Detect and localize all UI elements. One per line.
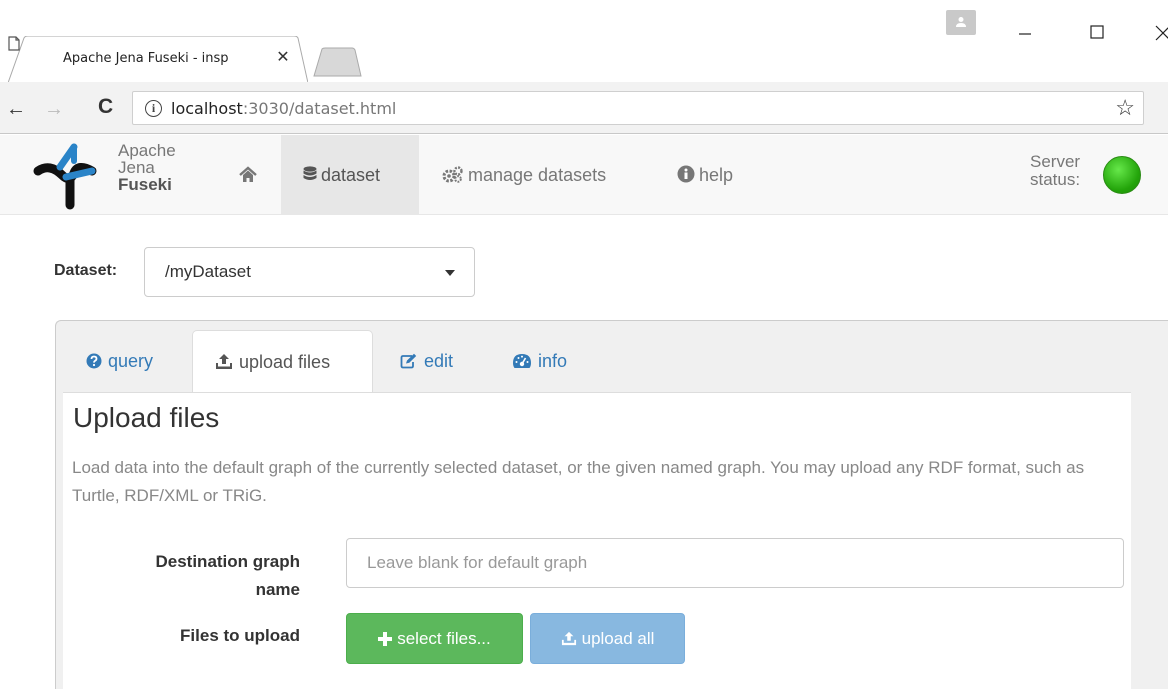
files-to-upload-label: Files to upload [180,626,300,645]
new-tab-button[interactable] [312,47,362,77]
maximize-icon[interactable] [1082,14,1112,44]
server-status-line-1: Server [1030,152,1081,171]
server-status-label: Server status: [1030,153,1080,189]
question-circle-icon [86,353,102,369]
tab-edit[interactable]: edit [400,330,453,392]
tab-upload-files[interactable]: upload files [192,330,373,393]
destination-graph-label: Destination graph name [155,552,300,599]
edit-icon [400,353,417,369]
upload-title: Upload files [73,402,220,433]
brand-line-2: Jena [118,158,155,177]
home-icon[interactable] [238,165,258,185]
tab-info-label: info [538,351,568,371]
select-files-button[interactable]: select files... [346,613,523,664]
upload-description: Load data into the default graph of the … [72,458,1085,505]
jena-logo[interactable] [30,141,110,211]
dashboard-icon [513,354,531,368]
address-bar[interactable]: i localhost:3030/dataset.html ☆ [132,91,1144,125]
site-navbar: Apache Jena Fuseki dataset manage datase… [0,135,1168,215]
page-icon [8,36,20,51]
url-host: localhost [171,99,243,118]
reload-button[interactable]: C [98,95,113,119]
back-button[interactable]: ← [6,98,26,121]
minimize-icon[interactable] [1010,14,1040,44]
nav-manage-datasets[interactable]: manage datasets [442,135,606,215]
site-info-icon[interactable]: i [145,100,162,117]
forward-button[interactable]: → [44,98,64,121]
select-files-label: select files... [397,629,491,648]
browser-toolbar: ← → C i localhost:3030/dataset.html ☆ [0,82,1168,134]
tab-info[interactable]: info [512,330,567,392]
url-text[interactable]: localhost:3030/dataset.html [171,99,396,118]
upload-icon [216,354,232,369]
bookmark-star-icon[interactable]: ☆ [1115,95,1135,121]
tab-title: Apache Jena Fuseki - insp [63,51,229,66]
nav-dataset-label: dataset [321,165,381,185]
nav-help[interactable]: help [677,135,733,215]
profile-button[interactable] [946,10,976,35]
destination-graph-input[interactable] [346,538,1124,588]
close-window-icon[interactable] [1148,14,1168,44]
dataset-select[interactable]: /myDataset [144,247,475,297]
upload-icon [561,631,576,646]
nav-help-label: help [699,165,734,185]
dataset-label: Dataset: [54,262,118,279]
nav-dataset[interactable]: dataset [281,135,419,215]
dataset-selected-value: /myDataset [165,262,251,281]
brand-line-3: Fuseki [118,175,172,194]
caret-down-icon [445,270,455,276]
server-status-line-2: status: [1030,170,1081,189]
upload-all-label: upload all [581,629,655,648]
tab-query[interactable]: query [86,330,153,392]
browser-titlebar: Apache Jena Fuseki - insp ✕ [0,0,1168,83]
brand-line-1: Apache [118,141,176,160]
tab-query-label: query [108,351,154,371]
nav-manage-label: manage datasets [468,165,607,185]
plus-icon [378,632,393,646]
person-icon [956,17,966,27]
brand-name[interactable]: Apache Jena Fuseki [118,142,176,193]
tab-close-icon[interactable]: ✕ [274,49,292,67]
info-circle-icon [677,165,695,183]
cogs-icon [442,166,463,183]
tab-edit-label: edit [424,351,454,371]
server-status-indicator [1103,156,1141,194]
browser-tab-active[interactable]: Apache Jena Fuseki - insp ✕ [8,36,308,83]
database-icon [303,166,317,180]
tab-upload-label: upload files [239,352,331,372]
url-path: :3030/dataset.html [242,99,397,118]
upload-all-button[interactable]: upload all [530,613,685,664]
